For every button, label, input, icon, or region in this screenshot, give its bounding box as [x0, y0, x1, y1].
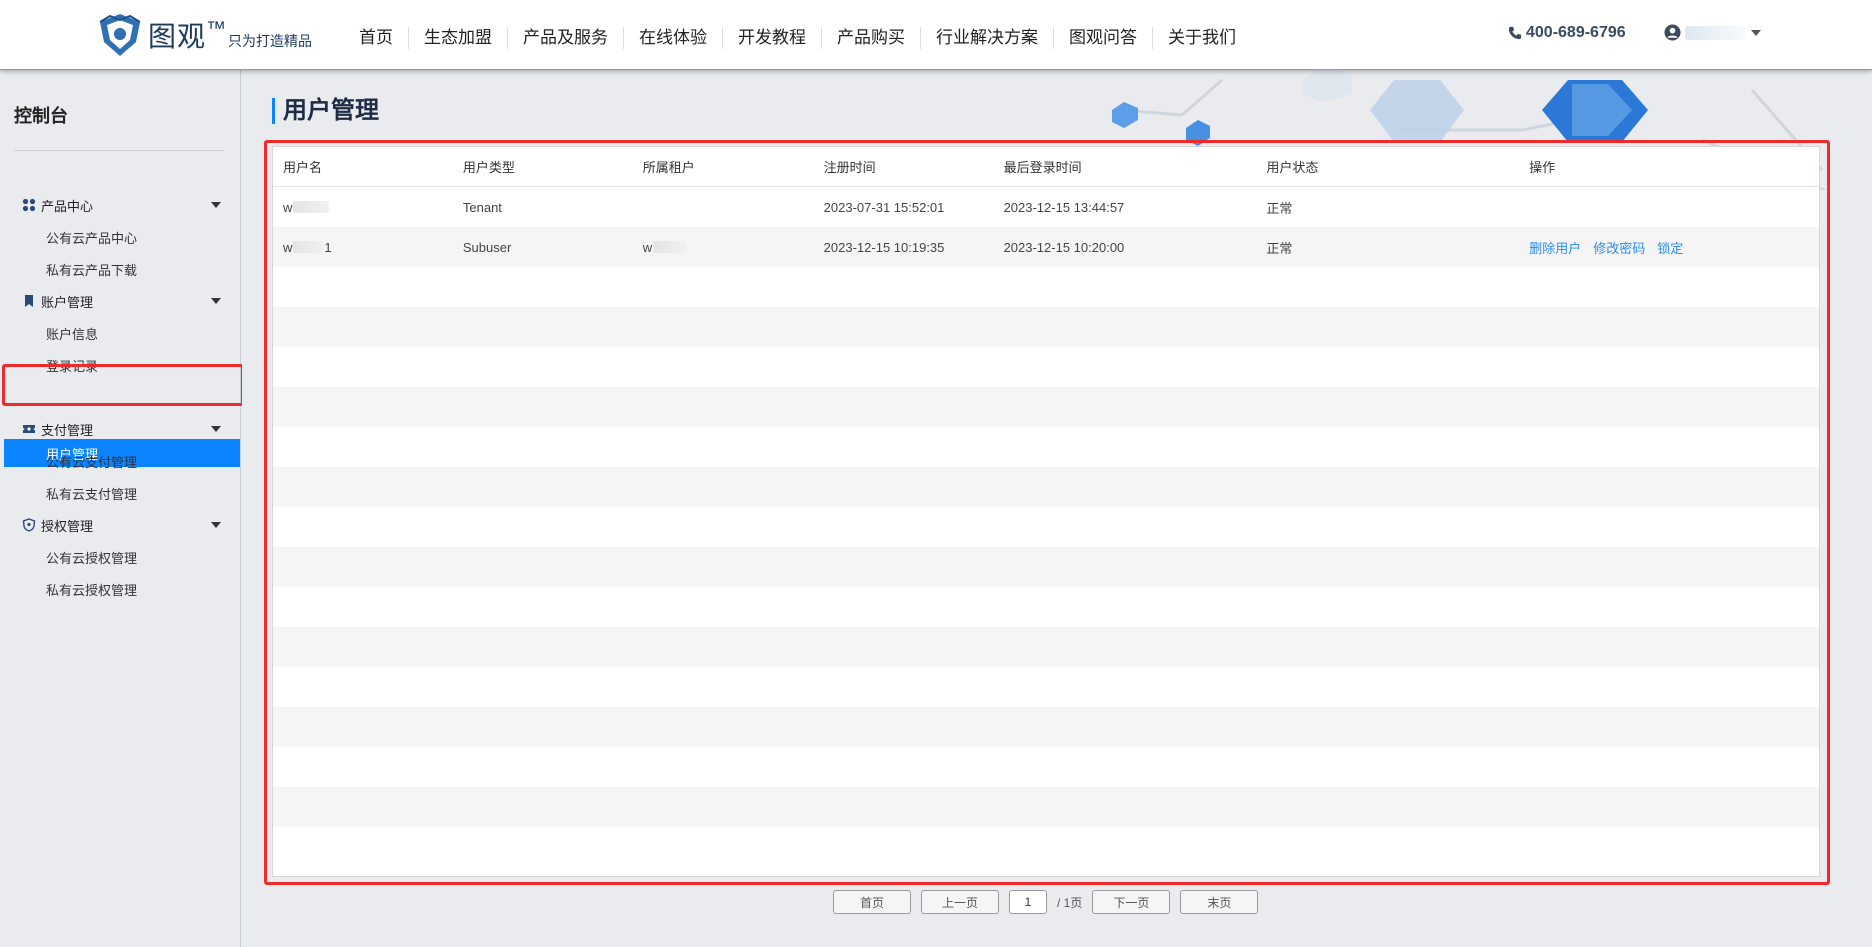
sidebar: 控制台 产品中心 公有云产品中心 私有云产品下载 账户管理 账户信息 登录记录 … [0, 70, 241, 947]
first-page-button[interactable]: 首页 [833, 890, 911, 914]
brand-slogan: 只为打造精品 [228, 33, 313, 49]
page-number-input[interactable] [1009, 890, 1047, 914]
username-redacted [1685, 25, 1745, 40]
sidebar-group-label: 产品中心 [41, 198, 94, 214]
nav-solutions[interactable]: 行业解决方案 [920, 27, 1053, 49]
sidebar-group-label: 账户管理 [41, 294, 94, 310]
sidebar-item-private-cloud-download[interactable]: 私有云产品下载 [0, 255, 241, 283]
sidebar-group-product-center[interactable]: 产品中心 [0, 191, 241, 219]
nav-online-demo[interactable]: 在线体验 [623, 27, 722, 49]
shield-icon [22, 518, 36, 532]
sidebar-item-private-cloud-license[interactable]: 私有云授权管理 [0, 575, 241, 603]
highlight-box-table [264, 140, 1830, 885]
bookmark-icon [25, 295, 33, 307]
prev-page-button[interactable]: 上一页 [921, 890, 999, 914]
brand-name: 图观 [148, 20, 207, 53]
phone-icon [1508, 26, 1522, 40]
top-header: 图观 ™ 只为打造精品 首页 生态加盟 产品及服务 在线体验 开发教程 产品购买… [0, 0, 1872, 70]
nav-home[interactable]: 首页 [344, 27, 408, 49]
sidebar-group-label: 支付管理 [41, 422, 94, 438]
nav-about[interactable]: 关于我们 [1152, 27, 1251, 49]
highlight-box-sidebar [2, 364, 244, 406]
total-pages-label: / 1页 [1057, 895, 1083, 910]
logo-icon [99, 14, 141, 56]
sidebar-item-account-info[interactable]: 账户信息 [0, 319, 241, 347]
sidebar-item-public-cloud-payment[interactable]: 公有云支付管理 [0, 447, 241, 475]
next-page-button[interactable]: 下一页 [1092, 890, 1171, 914]
sidebar-group-label: 授权管理 [41, 518, 94, 534]
sidebar-item-public-cloud-license[interactable]: 公有云授权管理 [0, 543, 241, 571]
grid-icon [22, 198, 36, 212]
sidebar-group-payment-management[interactable]: 支付管理 [0, 415, 241, 443]
pagination: 首页 上一页 / 1页 下一页 末页 [833, 890, 1259, 914]
phone-contact: 400-689-6796 [1508, 24, 1626, 42]
main-nav: 首页 生态加盟 产品及服务 在线体验 开发教程 产品购买 行业解决方案 图观问答… [344, 24, 1251, 52]
main-content: 用户管理 用户名 用户类型 所属租户 注册时间 最后登录时间 用户状态 操作 w… [242, 70, 1872, 947]
sidebar-title: 控制台 [14, 106, 68, 126]
nav-products-services[interactable]: 产品及服务 [507, 27, 623, 49]
site-logo[interactable]: 图观 ™ 只为打造精品 [96, 12, 312, 58]
nav-ecosystem[interactable]: 生态加盟 [408, 27, 507, 49]
chevron-down-icon [211, 202, 221, 208]
phone-number: 400-689-6796 [1526, 24, 1626, 41]
sidebar-group-license-management[interactable]: 授权管理 [0, 511, 241, 539]
nav-purchase[interactable]: 产品购买 [821, 27, 920, 49]
user-avatar-icon [1664, 24, 1681, 41]
nav-qa[interactable]: 图观问答 [1053, 27, 1152, 49]
sidebar-item-public-cloud-products[interactable]: 公有云产品中心 [0, 223, 241, 251]
ticket-icon [23, 425, 35, 433]
chevron-down-icon [1751, 29, 1761, 36]
sidebar-divider [14, 150, 224, 151]
chevron-down-icon [211, 426, 221, 432]
sidebar-item-private-cloud-payment[interactable]: 私有云支付管理 [0, 479, 241, 507]
user-menu[interactable] [1664, 24, 1761, 41]
last-page-button[interactable]: 末页 [1180, 890, 1259, 914]
chevron-down-icon [211, 522, 221, 528]
sidebar-group-account-management[interactable]: 账户管理 [0, 287, 241, 315]
trademark-sign: ™ [206, 17, 227, 40]
nav-tutorials[interactable]: 开发教程 [722, 27, 821, 49]
chevron-down-icon [211, 298, 221, 304]
page-title: 用户管理 [272, 98, 379, 124]
